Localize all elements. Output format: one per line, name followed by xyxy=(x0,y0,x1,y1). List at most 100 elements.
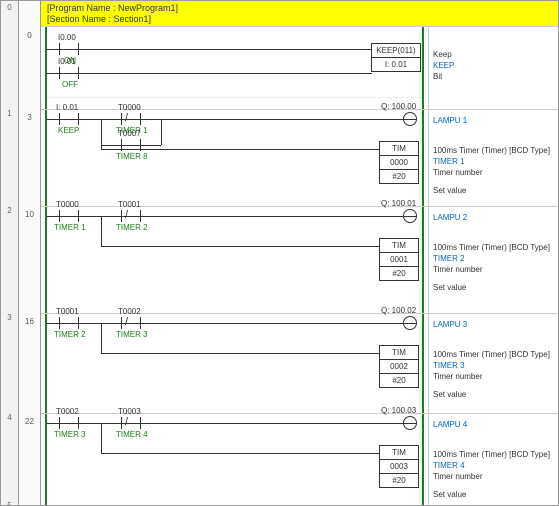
coil-address: Q: 100.01 xyxy=(381,199,416,208)
instruction-tim[interactable]: TIM 0000 #20 xyxy=(379,141,419,184)
cmt-l2: Set value xyxy=(433,185,550,196)
instr-operand: #20 xyxy=(380,473,418,487)
contact-no[interactable]: I0.00 ON xyxy=(59,43,79,55)
instr-title: KEEP(011) xyxy=(372,44,420,57)
cmt-name: LAMPU 3 xyxy=(433,319,467,330)
contact-nc[interactable]: / T0000 TIMER 1 xyxy=(121,113,141,125)
instr-operand: 0003 xyxy=(380,459,418,473)
cmt-name: TIMER 1 xyxy=(433,156,550,167)
nc-slash-icon: / xyxy=(125,209,128,221)
cmt-name: TIMER 4 xyxy=(433,460,550,471)
coil-comment: LAMPU 4 xyxy=(433,419,467,430)
instr-title: TIM xyxy=(380,142,418,155)
contact-name: TIMER 4 xyxy=(116,430,148,439)
instruction-tim[interactable]: TIM 0003 #20 xyxy=(379,445,419,488)
contact-no[interactable]: T0002 TIMER 3 xyxy=(59,417,79,429)
instr-operand: #20 xyxy=(380,169,418,183)
rung-index: 3 xyxy=(1,313,18,322)
coil-address: Q: 100.00 xyxy=(381,102,416,111)
instr-operand: #20 xyxy=(380,266,418,280)
cmt-title: 100ms Timer (Timer) [BCD Type] xyxy=(433,349,550,360)
wire xyxy=(47,73,372,74)
cmt-l1: Timer number xyxy=(433,471,550,482)
rung-index: 0 xyxy=(1,3,18,12)
nc-slash-icon: / xyxy=(125,112,128,124)
contact-address: I0.00 xyxy=(58,33,76,42)
program-name: [Program Name : NewProgram1] xyxy=(47,3,552,14)
cmt-l2: Set value xyxy=(433,389,550,400)
contact-nc[interactable]: / T0003 TIMER 4 xyxy=(121,417,141,429)
contact-name: TIMER 3 xyxy=(116,330,148,339)
line-number: 22 xyxy=(19,417,40,426)
grid-row xyxy=(47,97,422,98)
contact-name: KEEP xyxy=(58,126,79,135)
contact-name: TIMER 2 xyxy=(116,223,148,232)
coil-comment: LAMPU 3 xyxy=(433,319,467,330)
contact-address: T0002 xyxy=(118,307,141,316)
wire xyxy=(101,149,379,150)
wire xyxy=(101,423,102,453)
contact-name: TIMER 1 xyxy=(54,223,86,232)
instr-operand: 0001 xyxy=(380,252,418,266)
line-number-gutter: 0 3 10 16 22 xyxy=(19,1,41,505)
wire xyxy=(101,323,102,353)
contact-address: T0001 xyxy=(56,307,79,316)
wire xyxy=(47,119,417,120)
program-header: [Program Name : NewProgram1] [Section Na… xyxy=(41,1,558,27)
output-coil[interactable] xyxy=(403,112,417,126)
ladder-canvas[interactable]: [Program Name : NewProgram1] [Section Na… xyxy=(41,1,558,505)
contact-nc[interactable]: / T0002 TIMER 3 xyxy=(121,317,141,329)
cmt-name: LAMPU 2 xyxy=(433,212,467,223)
cmt-l1: Timer number xyxy=(433,371,550,382)
instruction-tim[interactable]: TIM 0002 #20 xyxy=(379,345,419,388)
output-coil[interactable] xyxy=(403,209,417,223)
comment-column: Keep KEEP Bit LAMPU 1 100ms Timer (Timer… xyxy=(428,27,558,505)
instr-title: TIM xyxy=(380,446,418,459)
wire xyxy=(47,49,372,50)
coil-comment: LAMPU 1 xyxy=(433,115,467,126)
wire xyxy=(101,353,379,354)
rung-index: 1 xyxy=(1,109,18,118)
contact-name: TIMER 2 xyxy=(54,330,86,339)
instr-title: TIM xyxy=(380,346,418,359)
output-coil[interactable] xyxy=(403,316,417,330)
output-coil[interactable] xyxy=(403,416,417,430)
wire xyxy=(101,246,379,247)
contact-no[interactable]: T0000 TIMER 1 xyxy=(59,210,79,222)
contact-address: T0001 xyxy=(118,200,141,209)
section-name: [Section Name : Section1] xyxy=(47,14,552,25)
cmt-name: TIMER 3 xyxy=(433,360,550,371)
instr-operand: I: 0.01 xyxy=(372,57,420,71)
line-number: 16 xyxy=(19,317,40,326)
left-power-rail xyxy=(45,27,47,505)
cmt-sub: Bit xyxy=(433,71,454,82)
coil-address: Q: 100.03 xyxy=(381,406,416,415)
contact-no[interactable]: I0.01 OFF xyxy=(59,67,79,79)
instruction-keep[interactable]: KEEP(011) I: 0.01 xyxy=(371,43,421,72)
contact-name: TIMER 3 xyxy=(54,430,86,439)
cmt-title: 100ms Timer (Timer) [BCD Type] xyxy=(433,242,550,253)
instr-comment: Keep KEEP Bit xyxy=(433,49,454,82)
line-number: 3 xyxy=(19,113,40,122)
contact-no[interactable]: T0001 TIMER 2 xyxy=(59,317,79,329)
contact-no[interactable]: I: 0.01 KEEP xyxy=(59,113,79,125)
rung-index: 2 xyxy=(1,206,18,215)
nc-slash-icon: / xyxy=(125,416,128,428)
cmt-title: Keep xyxy=(433,49,454,60)
contact-address: I0.01 xyxy=(58,57,76,66)
contact-address: T0000 xyxy=(56,200,79,209)
instruction-tim[interactable]: TIM 0001 #20 xyxy=(379,238,419,281)
cmt-l2: Set value xyxy=(433,489,550,500)
wire xyxy=(101,216,102,246)
rung-index: 4 xyxy=(1,413,18,422)
ladder-editor: 0 1 2 3 4 5 0 3 10 16 22 [Program Name :… xyxy=(0,0,559,506)
wire xyxy=(101,453,379,454)
contact-address: T0002 xyxy=(56,407,79,416)
cmt-name: LAMPU 4 xyxy=(433,419,467,430)
cmt-name: KEEP xyxy=(433,60,454,71)
instr-comment: 100ms Timer (Timer) [BCD Type] TIMER 2 T… xyxy=(433,242,550,293)
wire xyxy=(47,423,417,424)
contact-nc[interactable]: / T0001 TIMER 2 xyxy=(121,210,141,222)
instr-operand: 0002 xyxy=(380,359,418,373)
instr-comment: 100ms Timer (Timer) [BCD Type] TIMER 1 T… xyxy=(433,145,550,196)
